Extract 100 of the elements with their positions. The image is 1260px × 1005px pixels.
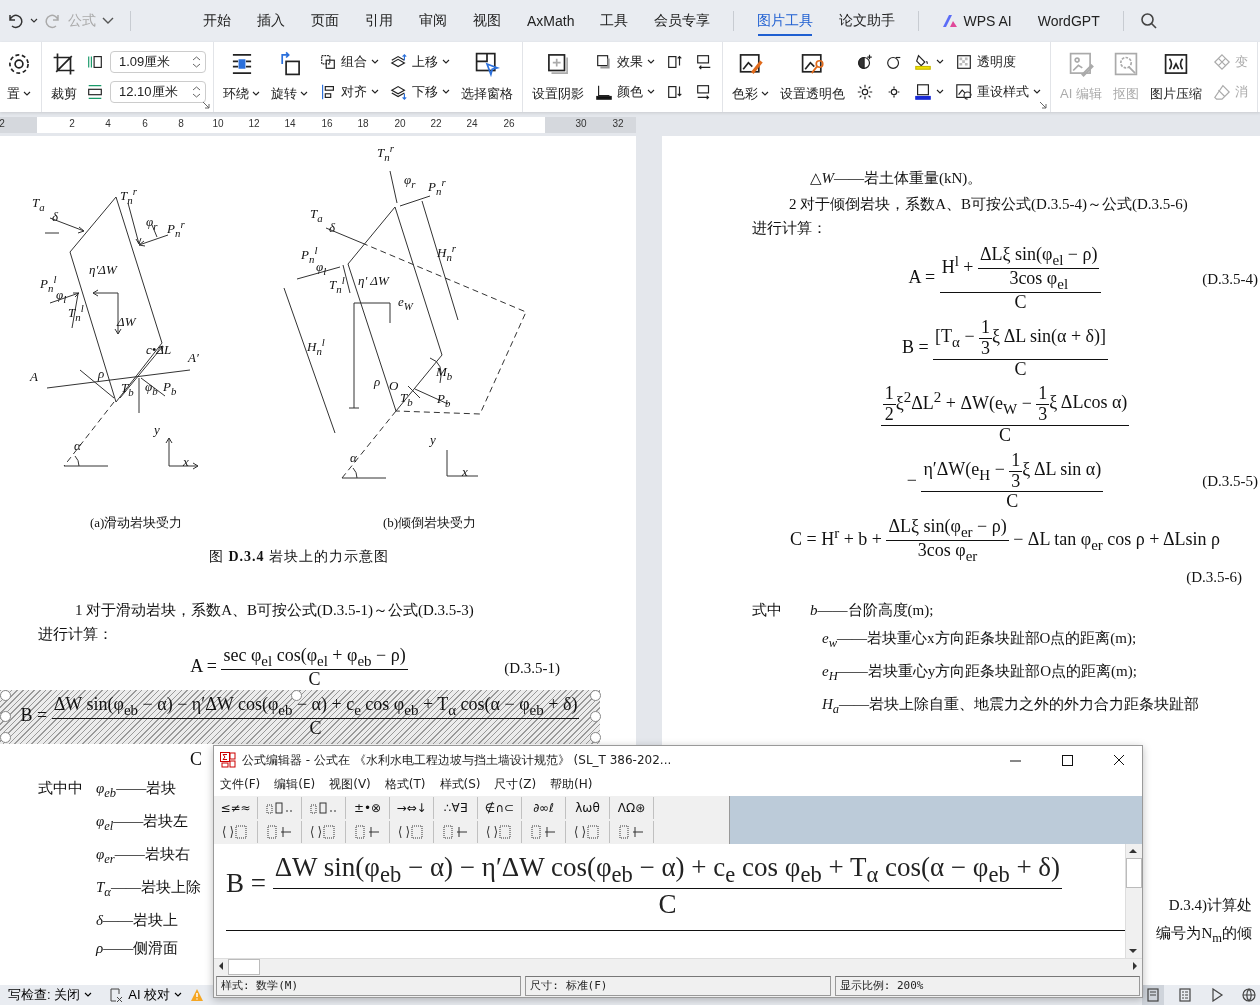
- ruler-number: 8: [178, 118, 184, 129]
- size-field[interactable]: 1.09厘米: [110, 51, 206, 73]
- ribbon-button[interactable]: 设置阴影: [530, 47, 586, 107]
- ribbon-button[interactable]: [912, 81, 946, 103]
- rectangle-arrow-icon: [695, 53, 713, 71]
- redo-icon[interactable]: [44, 12, 62, 30]
- dialog-launcher-icon[interactable]: [1039, 101, 1047, 109]
- ribbon-tab[interactable]: 审阅: [406, 2, 460, 40]
- symbol-palette-button[interactable]: ±•⊗: [346, 796, 390, 819]
- definition-text: e$_{w}$——岩块重心x方向距条块趾部O点的距离(m);: [822, 629, 1137, 653]
- ribbon-tab[interactable]: 会员专享: [641, 2, 724, 40]
- paragraph: 进行计算：: [38, 626, 113, 642]
- equation-number: (D.3.5-1): [504, 659, 560, 677]
- ribbon-button[interactable]: 重设样式: [953, 81, 1043, 103]
- ribbon-tab[interactable]: 插入: [244, 2, 298, 40]
- paragraph: 编号为N$_{m}$的倾: [1156, 925, 1252, 942]
- ribbon-button[interactable]: 旋转: [269, 47, 310, 107]
- ribbon-button[interactable]: 色彩: [730, 47, 771, 107]
- ribbon-button[interactable]: 环绕: [221, 47, 262, 107]
- formula-editor-icon: [220, 752, 236, 768]
- resize-handle[interactable]: [590, 731, 601, 743]
- ruler[interactable]: 2 2 4 6 8 10 12 14 16 18 20 22 24 26 30 32: [0, 117, 636, 133]
- ribbon-button[interactable]: 透明度: [953, 51, 1043, 73]
- ribbon-button[interactable]: 颜色: [593, 81, 657, 103]
- chevron-icon[interactable]: [102, 17, 114, 25]
- chevron-icon: [371, 89, 379, 95]
- chevron-icon: [647, 89, 655, 95]
- ribbon-button[interactable]: 图片压缩: [1147, 47, 1204, 107]
- window-title: 公式编辑器 - 公式在 《水利水电工程边坡与挡土墙设计规范》 (SL_T 386-202...: [242, 751, 673, 769]
- ribbon-tab[interactable]: 图片工具: [744, 2, 827, 40]
- status-field: 样式: 数学(M): [216, 976, 522, 996]
- resize-handle[interactable]: [0, 689, 11, 701]
- symbol-palette-button[interactable]: ∂∞ℓ: [522, 796, 566, 819]
- selected-formula-frame[interactable]: B = ΔW sin(φ$_{eb}$ − α) − η′ΔW cos(φ$_{eb}$ − α) + c$_{e}$ cos φ$_{eb}$ + T$_{α}$ cos(α − φ$_{eb}$ + δ) C: [0, 689, 600, 744]
- diagram-label: φ$_{r}$: [146, 215, 158, 232]
- ribbon-button[interactable]: 置: [4, 47, 34, 107]
- figure-caption: (a)滑动岩块受力: [90, 514, 183, 532]
- status-button[interactable]: AI 校对: [100, 986, 191, 1004]
- chevron-icon: [174, 992, 183, 998]
- picture-brush-icon: [737, 51, 764, 77]
- symbol-palette-button[interactable]: →⇔↓: [390, 796, 434, 819]
- ribbon-tab[interactable]: WordGPT: [1024, 3, 1113, 39]
- ribbon-button[interactable]: 对齐: [317, 81, 381, 103]
- menu-item[interactable]: 样式(S): [439, 776, 481, 794]
- brightness-icon: [856, 83, 874, 101]
- diagram-label: O: [389, 379, 399, 392]
- group-icon: [319, 53, 337, 71]
- menu-item[interactable]: 视图(V): [329, 776, 371, 794]
- border-color-icon: [914, 83, 932, 101]
- search-icon[interactable]: [1139, 12, 1158, 30]
- menu-item[interactable]: 格式(T): [384, 776, 426, 794]
- ruler-number: 18: [357, 118, 369, 129]
- ribbon-button[interactable]: 效果: [593, 51, 657, 73]
- ribbon-tab[interactable]: 页面: [298, 2, 352, 40]
- ribbon-tab[interactable]: 引用: [352, 2, 406, 40]
- paragraph: 进行计算：: [752, 220, 827, 236]
- symbol-palette-button[interactable]: ≤≠≈: [214, 796, 258, 819]
- ribbon-tab[interactable]: WPS AI: [929, 3, 1025, 39]
- ruler-number: 14: [284, 118, 296, 129]
- resize-handle[interactable]: [0, 710, 11, 722]
- ribbon-tab[interactable]: AxMath: [514, 3, 588, 39]
- ribbon-button[interactable]: 裁剪: [49, 47, 79, 107]
- dialog-launcher-icon[interactable]: [202, 101, 210, 109]
- menu-item[interactable]: 尺寸(Z): [494, 776, 537, 794]
- ruler-number: 24: [466, 118, 478, 129]
- diagram-label: M$_{b}$: [436, 365, 453, 382]
- diagram-label: P$_{b}$: [163, 380, 177, 397]
- ribbon-button[interactable]: 选择窗格: [459, 47, 515, 107]
- resize-handle[interactable]: [590, 689, 601, 701]
- resize-handle[interactable]: [0, 731, 11, 743]
- menu-item[interactable]: 文件(F): [220, 776, 261, 794]
- symbol-palette-button[interactable]: ∉∩⊂: [478, 796, 522, 819]
- ribbon-button[interactable]: 设置透明色: [778, 47, 847, 107]
- symbol-palette-button[interactable]: λωθ: [566, 796, 610, 819]
- ribbon-tab[interactable]: 视图: [460, 2, 514, 40]
- symbol-palette-button[interactable]: ΛΩ⊛: [610, 796, 654, 819]
- scrollbar-thumb[interactable]: [1126, 857, 1142, 888]
- rectangle-arrow-icon: [666, 53, 684, 71]
- ribbon-tab[interactable]: 开始: [190, 2, 244, 40]
- resize-handle[interactable]: [590, 710, 601, 722]
- menu-item[interactable]: 编辑(E): [274, 776, 316, 794]
- size-field[interactable]: 12.10厘米: [110, 81, 206, 103]
- ribbon-tab[interactable]: 论文助手: [826, 2, 909, 40]
- diagram-label: α: [74, 439, 81, 452]
- status-button[interactable]: 写检查: 关闭: [0, 986, 101, 1004]
- compress-icon: [1162, 51, 1189, 77]
- scrollbar-thumb[interactable]: [228, 959, 260, 976]
- ruler-number: 16: [321, 118, 333, 129]
- diagram-label: η′ΔW: [89, 263, 117, 276]
- outline-icon: [1178, 988, 1192, 1002]
- undo-icon[interactable]: [6, 12, 24, 30]
- ribbon-button[interactable]: 组合: [317, 51, 381, 73]
- diagram-label: δ: [52, 210, 59, 223]
- symbol-palette-button[interactable]: ∴∀∃: [434, 796, 478, 819]
- ribbon-button[interactable]: 下移: [388, 81, 452, 103]
- menu-item[interactable]: 帮助(H): [550, 776, 593, 794]
- page-icon: [1146, 988, 1160, 1002]
- ribbon-tab[interactable]: 工具: [587, 2, 642, 40]
- resize-handle[interactable]: [291, 689, 302, 701]
- ribbon-button[interactable]: 上移: [388, 51, 452, 73]
